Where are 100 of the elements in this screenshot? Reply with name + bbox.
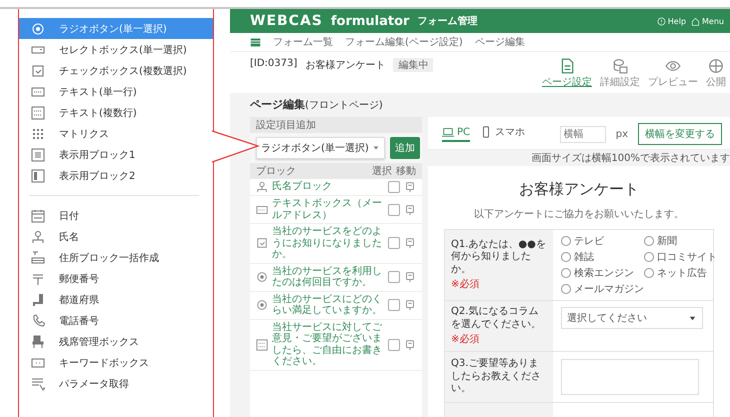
row-checkbox[interactable] bbox=[388, 237, 400, 250]
menu-item[interactable]: 残席管理ボックス bbox=[19, 331, 213, 352]
radio-option[interactable]: メールマガジン bbox=[561, 282, 644, 296]
column-header: 移動 bbox=[396, 165, 416, 178]
form-id: [ID:0373] bbox=[250, 58, 298, 69]
row-checkbox[interactable] bbox=[388, 338, 400, 350]
postal-icon bbox=[31, 272, 45, 286]
required-mark: ※必須 bbox=[451, 332, 480, 346]
block-link[interactable]: 当社のサービスをどのようにお知りになりましたか。 bbox=[272, 226, 384, 260]
device-tab[interactable]: PC bbox=[442, 126, 470, 142]
form-name: お客様アンケート bbox=[305, 58, 386, 72]
toolbar-tab[interactable]: ページ設定 bbox=[540, 58, 594, 89]
block-link[interactable]: 当社のサービスにどのくらい満足していますか。 bbox=[272, 294, 384, 316]
radio-option[interactable]: 口コミサイト bbox=[644, 250, 717, 264]
size-note: 画面サイズは横幅100%で表示されています bbox=[428, 150, 730, 166]
header-subtitle: フォーム管理 bbox=[417, 14, 478, 28]
menu-item[interactable]: 郵便番号 bbox=[19, 268, 213, 289]
home-icon bbox=[691, 16, 700, 26]
menu-item[interactable]: テキスト(単一行) bbox=[19, 81, 213, 102]
radio-icon bbox=[256, 299, 268, 311]
phone-icon bbox=[31, 314, 45, 328]
menu-item[interactable]: 日付 bbox=[19, 205, 213, 226]
required-mark: ※必須 bbox=[451, 278, 480, 292]
toolbar-tab[interactable]: 公開 bbox=[704, 58, 728, 89]
menu-item[interactable]: テキスト(複数行) bbox=[19, 102, 213, 123]
question-label: Q1.あなたは、●●を何から知りましたか。 bbox=[451, 238, 547, 276]
block-link[interactable]: 当社のサービスを利用したのは何回目ですか。 bbox=[272, 266, 384, 288]
drag-handle-icon bbox=[404, 299, 416, 311]
caret-icon bbox=[372, 144, 380, 152]
answer-textarea[interactable] bbox=[561, 359, 699, 395]
drag-handle-icon bbox=[404, 338, 416, 350]
radio-option[interactable]: 新聞 bbox=[644, 234, 717, 248]
list-icon bbox=[250, 36, 261, 48]
section-title: ページ編集(フロントページ) bbox=[250, 97, 384, 113]
width-field[interactable]: 横幅 bbox=[560, 126, 606, 142]
radio-option[interactable]: テレビ bbox=[561, 234, 644, 248]
question-label: Q2.気になるコラムを選んでください。 bbox=[451, 306, 542, 331]
caret-icon bbox=[688, 314, 697, 322]
row-checkbox[interactable] bbox=[388, 299, 400, 311]
header-link[interactable]: Help bbox=[656, 16, 686, 26]
breadcrumb-link[interactable]: ページ編集 bbox=[474, 35, 525, 49]
radio-option[interactable]: 雑誌 bbox=[561, 250, 644, 264]
text-icon bbox=[31, 84, 45, 98]
menu-item[interactable]: セレクトボックス(単一選択) bbox=[19, 39, 213, 60]
menu-item[interactable]: チェックボックス(複数選択) bbox=[19, 60, 213, 81]
block-link[interactable]: 当社サービスに対してご意見・ご要望がございましたら、ご自由にお書きください。 bbox=[272, 322, 384, 368]
document-icon bbox=[559, 58, 575, 74]
drag-handle-icon bbox=[404, 181, 416, 193]
column-header: 選択 bbox=[372, 165, 392, 178]
matrix-icon bbox=[31, 126, 45, 140]
text-icon bbox=[256, 204, 268, 216]
status-badge: 編集中 bbox=[393, 58, 434, 72]
menu-item[interactable]: 氏名 bbox=[19, 226, 213, 247]
person-icon bbox=[256, 181, 268, 193]
drag-handle-icon bbox=[404, 271, 416, 283]
row-checkbox[interactable] bbox=[388, 181, 400, 193]
radio-icon bbox=[256, 271, 268, 283]
textarea-icon bbox=[256, 338, 268, 350]
question-label: Q3.ご要望等ありましたらお教えください。 bbox=[451, 358, 542, 396]
menu-item[interactable]: パラメータ取得 bbox=[19, 373, 213, 394]
database-icon bbox=[612, 58, 628, 74]
radio-option[interactable]: ネット広告 bbox=[644, 266, 717, 280]
product-name: formulator bbox=[330, 14, 410, 28]
row-checkbox[interactable] bbox=[388, 204, 400, 216]
answer-select[interactable]: 選択してください bbox=[561, 307, 703, 329]
logo: WEBCAS bbox=[250, 13, 323, 29]
person-icon bbox=[31, 230, 45, 244]
textarea-icon bbox=[31, 106, 45, 120]
breadcrumb-link[interactable]: フォーム編集(ページ設定) bbox=[345, 35, 463, 49]
seat-icon bbox=[31, 334, 45, 348]
add-button[interactable]: 追加 bbox=[390, 137, 420, 159]
block-link[interactable]: 氏名ブロック bbox=[272, 181, 384, 193]
menu-item[interactable]: 都道府県 bbox=[19, 289, 213, 310]
toolbar-tab[interactable]: プレビュー bbox=[646, 58, 700, 89]
breadcrumb-link[interactable]: フォーム一覧 bbox=[273, 35, 333, 49]
menu-item[interactable]: マトリクス bbox=[19, 123, 213, 144]
form-title: お客様アンケート bbox=[518, 179, 640, 200]
menu-item[interactable]: キーワードボックス bbox=[19, 352, 213, 373]
change-width-button[interactable]: 横幅を変更する bbox=[638, 123, 722, 145]
menu-item[interactable]: 表示用ブロック2 bbox=[19, 165, 213, 186]
drag-handle-icon bbox=[404, 237, 416, 250]
menu-item[interactable]: 表示用ブロック1 bbox=[19, 144, 213, 165]
unit-label: px bbox=[616, 128, 628, 140]
menu-item[interactable]: 電話番号 bbox=[19, 310, 213, 331]
eye-icon bbox=[665, 58, 681, 74]
header-link[interactable]: Menu bbox=[691, 16, 724, 26]
checkbox-icon bbox=[256, 237, 268, 250]
radio-option[interactable]: 検索エンジン bbox=[561, 266, 644, 280]
drag-handle-icon bbox=[404, 204, 416, 216]
toolbar-tab[interactable]: 詳細設定 bbox=[598, 58, 642, 89]
help-icon bbox=[656, 16, 666, 26]
block-type-select[interactable]: ラジオボタン(単一選択) bbox=[256, 137, 385, 159]
radio-icon bbox=[31, 22, 45, 36]
column-header: ブロック bbox=[256, 164, 297, 178]
row-checkbox[interactable] bbox=[388, 271, 400, 283]
block-link[interactable]: テキストボックス（メールアドレス） bbox=[272, 198, 384, 221]
device-tab[interactable]: スマホ bbox=[480, 125, 526, 143]
menu-item[interactable]: 住所ブロック一括作成 bbox=[19, 247, 213, 268]
form-lead: 以下アンケートにご協力をお願いいたします。 bbox=[473, 208, 685, 222]
panel-heading: 設定項目追加 bbox=[250, 117, 422, 133]
